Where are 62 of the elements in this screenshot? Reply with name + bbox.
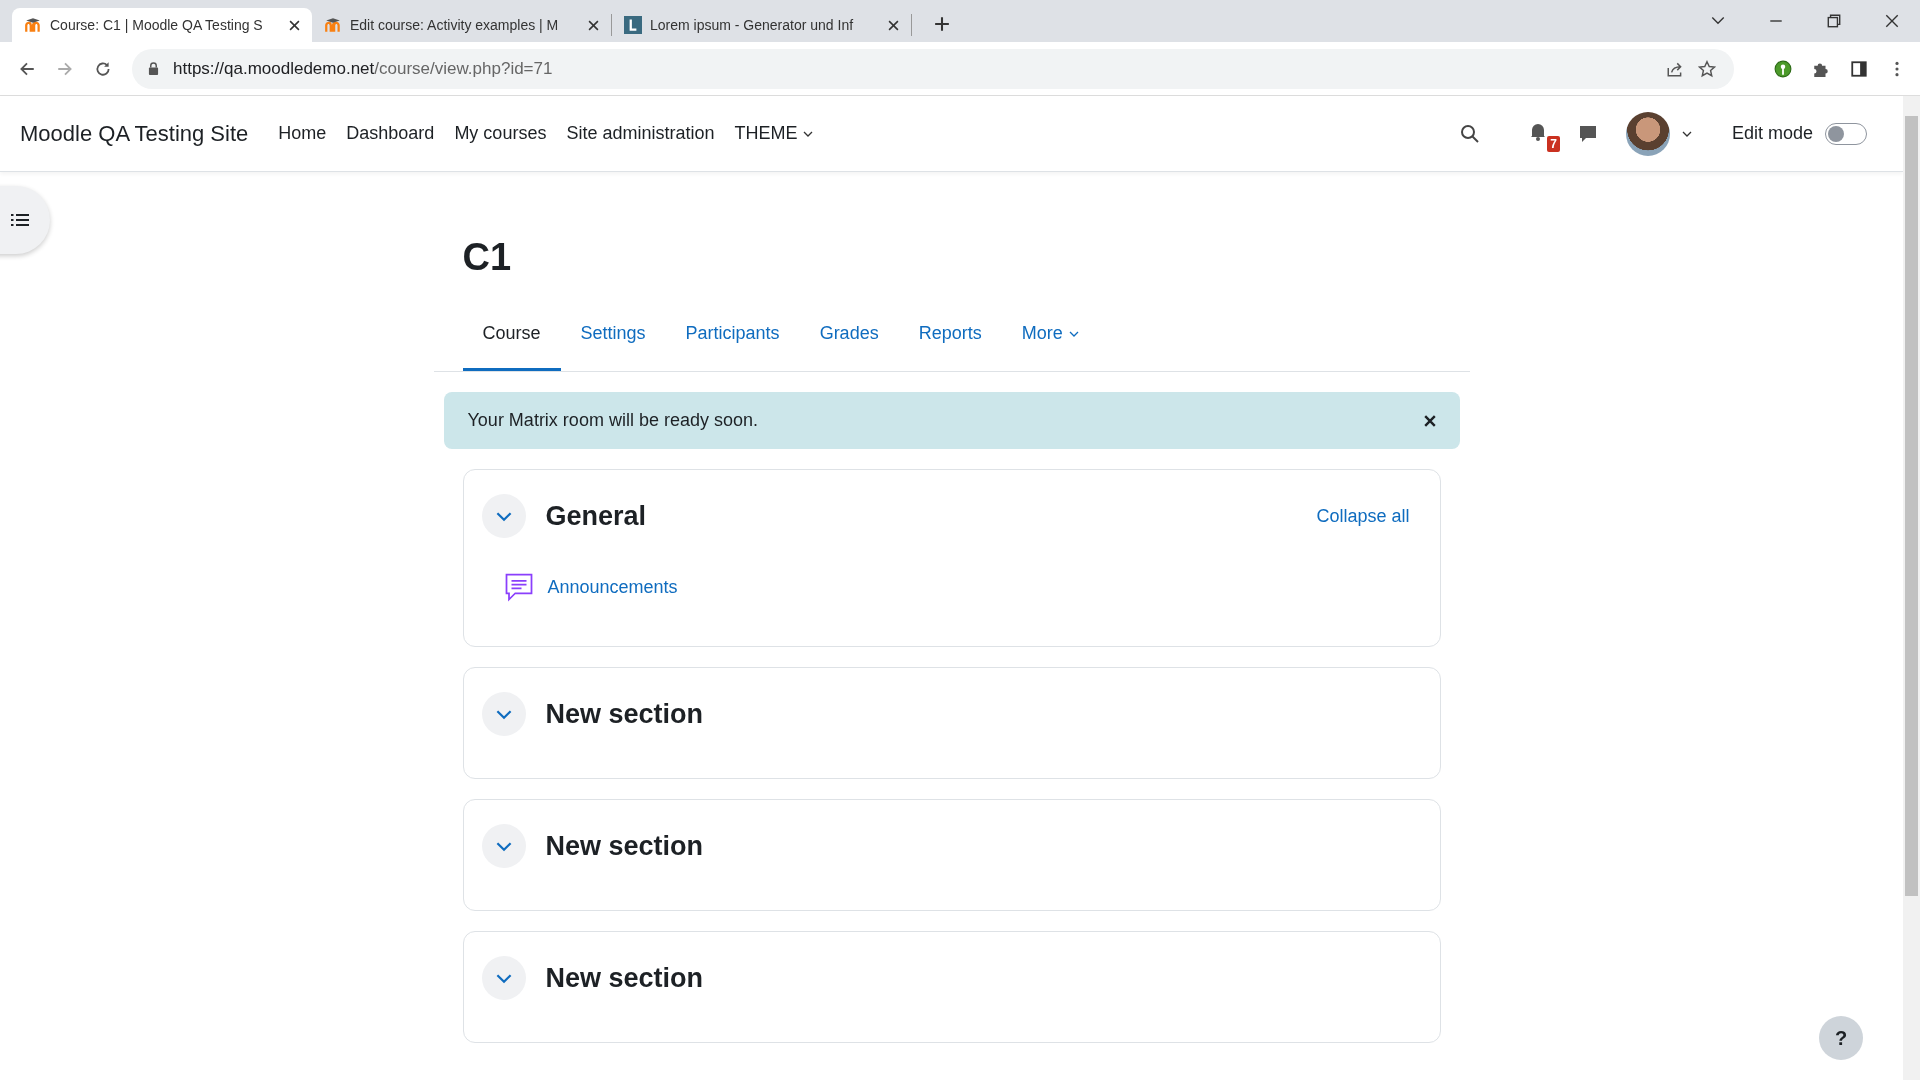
chevron-down-icon bbox=[495, 510, 512, 522]
key-icon[interactable] bbox=[1774, 59, 1792, 78]
list-icon bbox=[11, 213, 29, 227]
star-icon[interactable] bbox=[1698, 59, 1716, 78]
reload-icon[interactable] bbox=[94, 59, 112, 78]
search-icon[interactable] bbox=[1459, 123, 1480, 144]
close-icon[interactable] bbox=[888, 19, 899, 31]
site-name[interactable]: Moodle QA Testing Site bbox=[20, 120, 249, 147]
nav-link[interactable]: THEME bbox=[724, 123, 824, 144]
drawer-toggle-button[interactable] bbox=[0, 186, 50, 254]
caret-icon[interactable] bbox=[1681, 130, 1692, 137]
collapse-toggle-button[interactable] bbox=[481, 956, 526, 1000]
course-tab[interactable]: Reports bbox=[898, 323, 1002, 371]
url-text: https://qa.moodledemo.net/course/view.php?id=71 bbox=[173, 58, 553, 79]
caret-icon bbox=[1068, 330, 1079, 337]
graduation-cap-icon bbox=[324, 16, 342, 34]
course-tab[interactable]: Grades bbox=[799, 323, 899, 371]
course-tab[interactable]: Participants bbox=[665, 323, 800, 371]
tab-title: Edit course: Activity examples | M bbox=[350, 17, 560, 33]
section-title[interactable]: New section bbox=[545, 698, 704, 730]
notification-count: 7 bbox=[1547, 136, 1560, 152]
alert-message: Your Matrix room will be ready soon. bbox=[467, 410, 758, 431]
scrollbar[interactable] bbox=[1903, 96, 1920, 1080]
collapse-toggle-button[interactable] bbox=[481, 824, 526, 868]
browser-tab[interactable]: Edit course: Activity examples | M bbox=[312, 14, 612, 36]
tab-title: Course: C1 | Moodle QA Testing S bbox=[50, 17, 264, 33]
side-panel-icon[interactable] bbox=[1850, 59, 1868, 78]
new-tab-icon[interactable] bbox=[934, 16, 950, 32]
close-icon[interactable] bbox=[1423, 414, 1436, 427]
close-icon[interactable] bbox=[1884, 13, 1900, 29]
graduation-cap-icon bbox=[24, 16, 42, 34]
edit-mode-label: Edit mode bbox=[1731, 123, 1813, 144]
restore-icon[interactable] bbox=[1826, 13, 1842, 29]
course-tab[interactable]: Course bbox=[462, 323, 561, 371]
nav-link[interactable]: My courses bbox=[444, 123, 557, 144]
close-icon[interactable] bbox=[289, 19, 300, 31]
tab-title: Lorem ipsum - Generator und Inf bbox=[650, 17, 855, 33]
section-title[interactable]: New section bbox=[545, 830, 704, 862]
chevron-down-icon bbox=[495, 972, 512, 984]
collapse-toggle-button[interactable] bbox=[481, 692, 526, 736]
close-icon[interactable] bbox=[588, 19, 599, 31]
collapse-all-link[interactable]: Collapse all bbox=[1316, 505, 1410, 527]
browser-tab[interactable]: Course: C1 | Moodle QA Testing S bbox=[12, 8, 312, 42]
address-bar[interactable]: https://qa.moodledemo.net/course/view.php?id=71 bbox=[132, 48, 1734, 89]
section-title[interactable]: New section bbox=[545, 962, 704, 994]
lock-icon bbox=[148, 62, 159, 75]
speech-bubble-icon bbox=[503, 572, 534, 602]
nav-link[interactable]: Site administration bbox=[556, 123, 725, 144]
help-button[interactable]: ? bbox=[1819, 1016, 1863, 1060]
collapse-toggle-button[interactable] bbox=[481, 494, 526, 538]
letter-l-icon bbox=[624, 16, 642, 34]
browser-tab[interactable]: Lorem ipsum - Generator und Inf bbox=[612, 14, 912, 36]
chevron-down-icon bbox=[495, 708, 512, 720]
nav-link[interactable]: Dashboard bbox=[336, 123, 445, 144]
speech-bubble-icon[interactable] bbox=[1577, 123, 1598, 144]
nav-link[interactable]: Home bbox=[268, 123, 337, 144]
activity-link[interactable]: Announcements bbox=[547, 576, 678, 598]
chevron-down-icon bbox=[495, 840, 512, 852]
course-tab[interactable]: Settings bbox=[560, 323, 666, 371]
course-title: C1 bbox=[462, 236, 513, 279]
section-title[interactable]: General bbox=[545, 500, 647, 532]
course-tab[interactable]: More bbox=[1001, 323, 1099, 371]
